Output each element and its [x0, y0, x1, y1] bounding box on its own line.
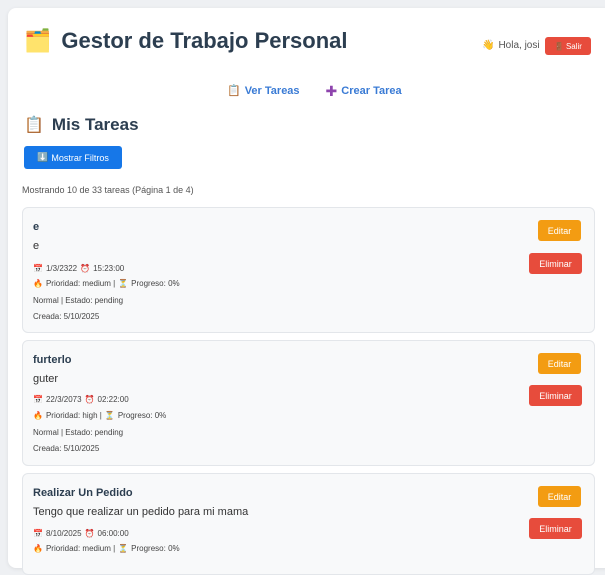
folder-icon: 🗂️ [24, 28, 52, 53]
user-greeting: 👋 Hola, josi [482, 40, 540, 51]
show-filters-button[interactable]: ⬇️ Mostrar Filtros [24, 146, 122, 169]
hourglass-icon: ⏳ [118, 544, 129, 553]
app-header: 🗂️ Gestor de Trabajo Personal [24, 28, 348, 54]
alarm-clock-icon: ⏰ [84, 529, 95, 538]
edit-button[interactable]: Editar [538, 220, 581, 241]
delete-button[interactable]: Eliminar [529, 385, 582, 406]
task-created: Creada: 5/10/2025 [33, 444, 100, 453]
alarm-clock-icon: ⏰ [84, 395, 95, 404]
task-status: Normal | Estado: pending [33, 428, 124, 437]
task-priority-row: 🔥 Prioridad: medium | ⏳ Progreso: 0% [33, 279, 180, 288]
task-schedule: 📅 22/3/2073 ⏰ 02:22:00 [33, 395, 129, 404]
nav-view-tasks[interactable]: 📋 Ver Tareas [227, 84, 300, 98]
task-card: furterlo guter 📅 22/3/2073 ⏰ 02:22:00 🔥 … [22, 340, 595, 466]
exit-icon: 🚪 [554, 41, 564, 51]
plus-icon: ✚ [325, 82, 338, 99]
page-title: Gestor de Trabajo Personal [61, 28, 348, 53]
hourglass-icon: ⏳ [118, 279, 129, 288]
pagination-summary: Mostrando 10 de 33 tareas (Página 1 de 4… [22, 185, 194, 195]
wave-icon: 👋 [482, 40, 495, 51]
arrow-down-icon: ⬇️ [37, 152, 49, 162]
task-card: Realizar Un Pedido Tengo que realizar un… [22, 473, 595, 575]
hourglass-icon: ⏳ [104, 411, 115, 420]
task-schedule: 📅 8/10/2025 ⏰ 06:00:00 [33, 529, 129, 538]
logout-button[interactable]: 🚪 Salir [545, 37, 591, 55]
task-status: Normal | Estado: pending [33, 296, 124, 305]
task-schedule: 📅 1/3/2322 ⏰ 15:23:00 [33, 264, 125, 273]
delete-button[interactable]: Eliminar [529, 518, 582, 539]
clipboard-icon: 📋 [24, 117, 44, 134]
task-description: e [33, 240, 40, 252]
fire-icon: 🔥 [33, 279, 43, 288]
task-card: e e 📅 1/3/2322 ⏰ 15:23:00 🔥 Prioridad: m… [22, 207, 595, 333]
calendar-icon: 📅 [33, 264, 43, 273]
main-nav: 📋 Ver Tareas ✚ Crear Tarea [227, 82, 402, 99]
edit-button[interactable]: Editar [538, 353, 581, 374]
delete-button[interactable]: Eliminar [529, 253, 582, 274]
task-created: Creada: 5/10/2025 [33, 312, 100, 321]
alarm-clock-icon: ⏰ [80, 264, 91, 273]
task-priority-row: 🔥 Prioridad: medium | ⏳ Progreso: 0% [33, 544, 180, 553]
clipboard-icon: 📋 [227, 85, 241, 97]
fire-icon: 🔥 [33, 544, 43, 553]
calendar-icon: 📅 [33, 529, 43, 538]
task-name: Realizar Un Pedido [33, 487, 133, 499]
calendar-icon: 📅 [33, 395, 43, 404]
task-description: Tengo que realizar un pedido para mi mam… [33, 506, 249, 518]
nav-create-task[interactable]: ✚ Crear Tarea [325, 82, 402, 99]
task-description: guter [33, 373, 59, 385]
task-name: e [33, 221, 40, 233]
fire-icon: 🔥 [33, 411, 43, 420]
section-title: 📋 Mis Tareas [24, 115, 139, 134]
greeting-text: Hola, josi [498, 40, 540, 51]
task-name: furterlo [33, 354, 72, 366]
task-priority-row: 🔥 Prioridad: high | ⏳ Progreso: 0% [33, 411, 167, 420]
edit-button[interactable]: Editar [538, 486, 581, 507]
